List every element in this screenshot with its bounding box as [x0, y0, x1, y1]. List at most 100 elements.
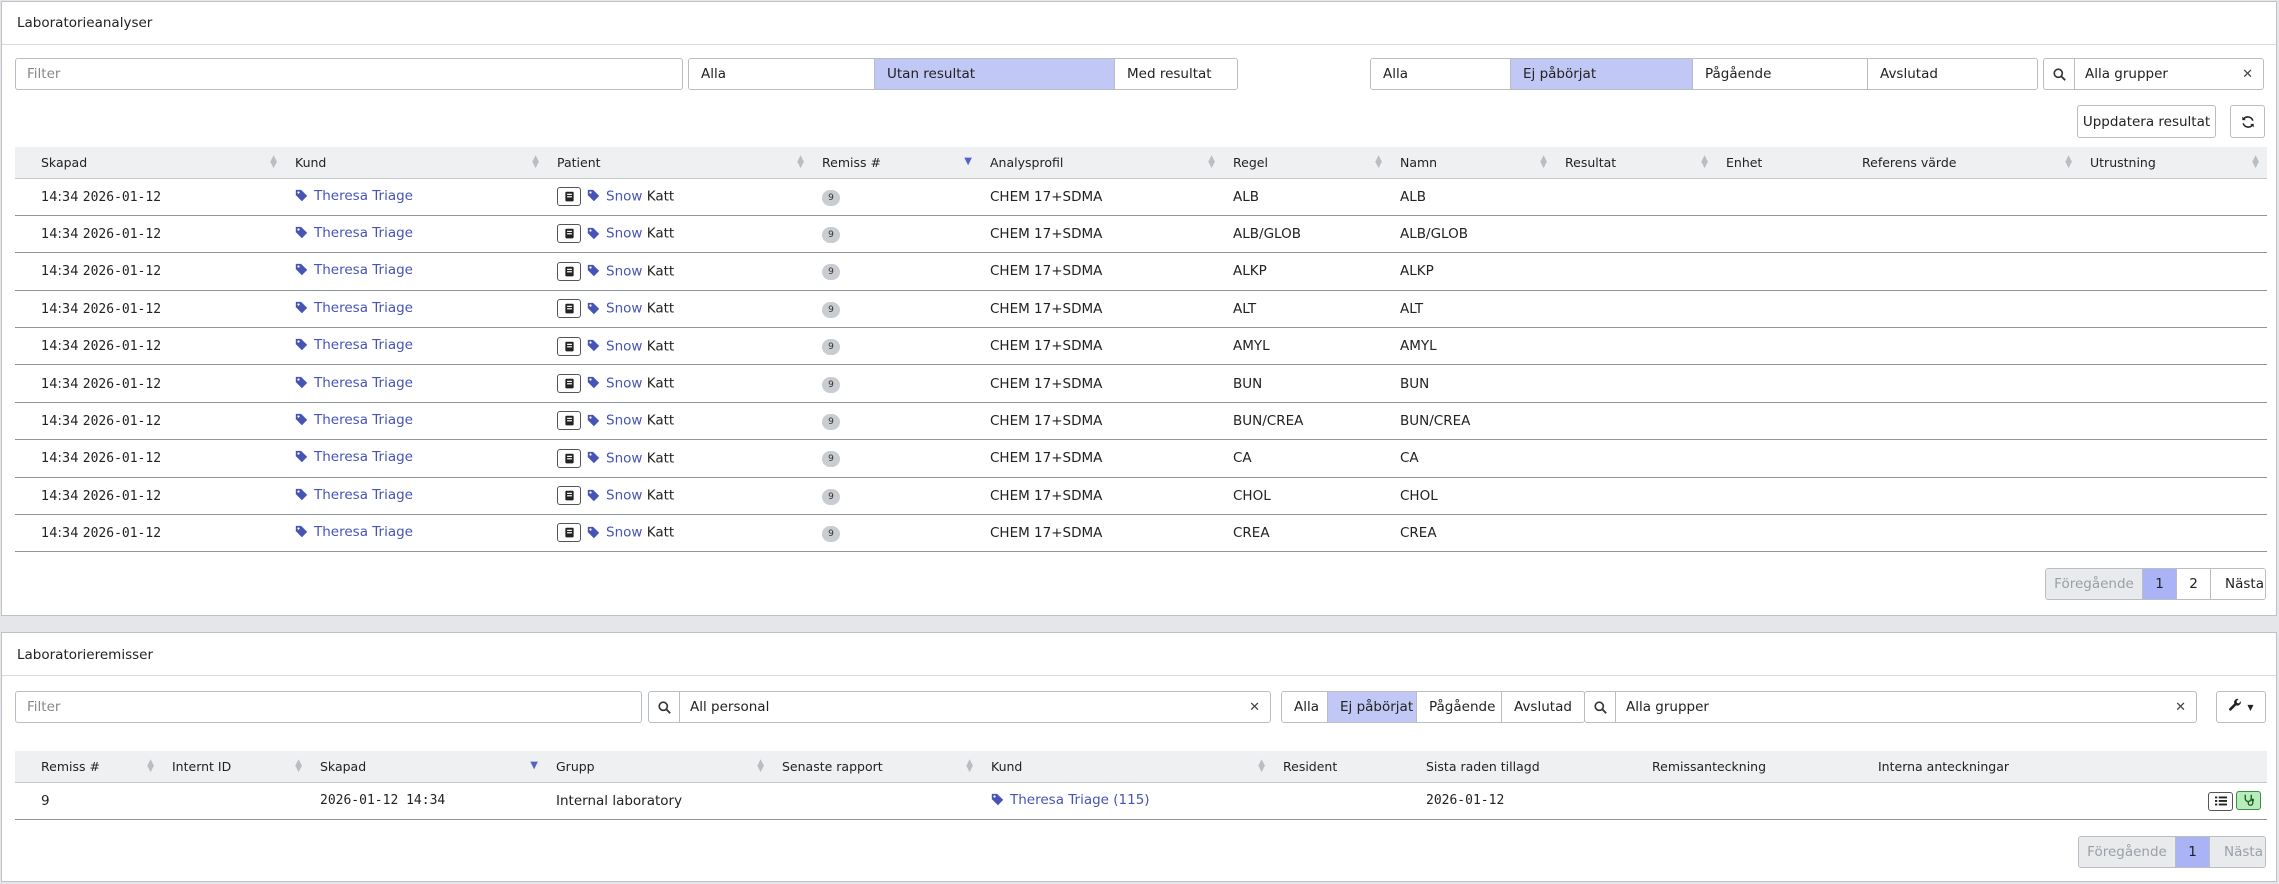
patient-link[interactable]: Snow [606, 301, 642, 317]
patient-card-icon[interactable] [557, 224, 581, 244]
list-icon[interactable] [2208, 791, 2233, 811]
tools-dropdown-button[interactable]: ▼ [2216, 691, 2266, 723]
customer-link[interactable]: Theresa Triage [314, 449, 413, 465]
remiss-badge[interactable]: 9 [822, 301, 840, 318]
customer-link[interactable]: Theresa Triage [314, 412, 413, 428]
stethoscope-icon[interactable] [2236, 790, 2261, 810]
clear-icon[interactable]: ✕ [1249, 700, 1260, 715]
group-select[interactable]: Alla grupper ✕ [2074, 58, 2264, 90]
search-icon[interactable] [648, 691, 680, 723]
group-select[interactable]: Alla grupper ✕ [1615, 691, 2197, 723]
status-filter-all[interactable]: Alla [1282, 692, 1328, 722]
result-filter-with-result[interactable]: Med resultat [1115, 59, 1237, 89]
column-header[interactable]: Remiss # ▼ [812, 147, 980, 179]
patient-card-icon[interactable] [557, 523, 581, 543]
patient-card-icon[interactable] [557, 299, 581, 319]
column-header[interactable]: Grupp ▲ ▼ [546, 751, 772, 783]
column-header[interactable]: Enhet [1716, 147, 1852, 179]
remiss-badge[interactable]: 9 [822, 264, 840, 281]
patient-link[interactable]: Snow [606, 525, 642, 541]
column-header[interactable]: Skapad ▲ ▼ [15, 147, 285, 179]
customer-link[interactable]: Theresa Triage [314, 225, 413, 241]
referrals-filter-input[interactable]: Filter [15, 691, 642, 723]
column-header[interactable]: Utrustning ▲ ▼ [2080, 147, 2267, 179]
column-header[interactable]: Internt ID ▲ ▼ [162, 751, 310, 783]
table-row[interactable]: 14:34 2026-01-12 Theresa Triage Snow Katt 9… [15, 215, 2267, 254]
pager-page-1[interactable]: 1 [2143, 569, 2177, 599]
table-row[interactable]: 14:34 2026-01-12 Theresa Triage Snow Katt 9… [15, 364, 2267, 403]
remiss-badge[interactable]: 9 [822, 189, 840, 206]
table-row[interactable]: 14:34 2026-01-12 Theresa Triage Snow Katt 9… [15, 514, 2267, 553]
result-filter-all[interactable]: Alla [689, 59, 875, 89]
pager-next[interactable]: Nästa [2210, 837, 2265, 867]
status-filter-finished[interactable]: Avslutad [1868, 59, 2037, 89]
customer-link[interactable]: Theresa Triage [314, 337, 413, 353]
column-header[interactable]: Sista raden tillagd [1416, 751, 1642, 783]
pager-next[interactable]: Nästa [2211, 569, 2265, 599]
customer-link[interactable]: Theresa Triage [314, 262, 413, 278]
search-icon[interactable] [1584, 691, 1616, 723]
customer-link[interactable]: Theresa Triage [314, 375, 413, 391]
table-row[interactable]: 14:34 2026-01-12 Theresa Triage Snow Katt 9… [15, 327, 2267, 366]
pager-page-2[interactable]: 2 [2177, 569, 2211, 599]
clear-icon[interactable]: ✕ [2175, 700, 2186, 715]
column-header[interactable]: Analysprofil ▲ ▼ [980, 147, 1223, 179]
column-header[interactable]: Regel ▲ ▼ [1223, 147, 1390, 179]
patient-link[interactable]: Snow [606, 450, 642, 466]
column-header[interactable]: Namn ▲ ▼ [1390, 147, 1555, 179]
status-filter-not-started[interactable]: Ej påbörjat [1511, 59, 1693, 89]
result-filter-without-result[interactable]: Utan resultat [875, 59, 1115, 89]
remiss-badge[interactable]: 9 [822, 339, 840, 356]
patient-link[interactable]: Snow [606, 413, 642, 429]
patient-link[interactable]: Snow [606, 226, 642, 242]
column-header[interactable]: Skapad ▼ [310, 751, 546, 783]
remiss-badge[interactable]: 9 [822, 227, 840, 244]
pager-previous[interactable]: Föregående [2079, 837, 2176, 867]
table-row[interactable]: 14:34 2026-01-12 Theresa Triage Snow Katt 9… [15, 477, 2267, 516]
patient-card-icon[interactable] [557, 448, 581, 468]
column-header[interactable]: Kund ▲ ▼ [981, 751, 1273, 783]
search-icon[interactable] [2043, 58, 2075, 90]
customer-link[interactable]: Theresa Triage [314, 300, 413, 316]
analyses-filter-input[interactable]: Filter [15, 58, 683, 90]
patient-card-icon[interactable] [557, 373, 581, 393]
table-row[interactable]: 14:34 2026-01-12 Theresa Triage Snow Katt 9… [15, 290, 2267, 329]
pager-page-1[interactable]: 1 [2176, 837, 2210, 867]
column-header[interactable]: Resultat ▲ ▼ [1555, 147, 1716, 179]
update-results-button[interactable]: Uppdatera resultat [2077, 105, 2216, 138]
customer-link[interactable]: Theresa Triage [314, 487, 413, 503]
column-header[interactable]: Referens värde ▲ ▼ [1852, 147, 2080, 179]
patient-card-icon[interactable] [557, 486, 581, 506]
status-filter-all[interactable]: Alla [1371, 59, 1511, 89]
table-row[interactable]: 14:34 2026-01-12 Theresa Triage Snow Katt 9… [15, 252, 2267, 291]
patient-card-icon[interactable] [557, 261, 581, 281]
refresh-icon[interactable] [2230, 105, 2265, 138]
clear-icon[interactable]: ✕ [2242, 67, 2253, 82]
status-filter-ongoing[interactable]: Pågående [1417, 692, 1502, 722]
status-filter-finished[interactable]: Avslutad [1502, 692, 1584, 722]
column-header[interactable]: Senaste rapport ▲ ▼ [772, 751, 981, 783]
table-row[interactable]: 9 2026-01-12 14:34 Internal laboratory Ther… [15, 782, 2267, 820]
column-header[interactable]: Kund ▲ ▼ [285, 147, 547, 179]
patient-card-icon[interactable] [557, 411, 581, 431]
customer-link[interactable]: Theresa Triage [314, 188, 413, 204]
patient-link[interactable]: Snow [606, 263, 642, 279]
patient-link[interactable]: Snow [606, 488, 642, 504]
column-header[interactable]: Patient ▲ ▼ [547, 147, 812, 179]
status-filter-ongoing[interactable]: Pågående [1693, 59, 1868, 89]
table-row[interactable]: 14:34 2026-01-12 Theresa Triage Snow Katt 9… [15, 439, 2267, 478]
customer-link[interactable]: Theresa Triage [314, 524, 413, 540]
status-filter-not-started[interactable]: Ej påbörjat [1328, 692, 1417, 722]
patient-link[interactable]: Snow [606, 188, 642, 204]
patient-link[interactable]: Snow [606, 338, 642, 354]
remiss-badge[interactable]: 9 [822, 376, 840, 393]
personnel-select[interactable]: All personal ✕ [679, 691, 1271, 723]
patient-card-icon[interactable] [557, 336, 581, 356]
patient-link[interactable]: Snow [606, 375, 642, 391]
remiss-badge[interactable]: 9 [822, 451, 840, 468]
table-row[interactable]: 14:34 2026-01-12 Theresa Triage Snow Katt 9… [15, 402, 2267, 441]
column-header[interactable]: Remiss # ▲ ▼ [15, 751, 162, 783]
column-header[interactable]: Remissanteckning [1642, 751, 1868, 783]
customer-link[interactable]: Theresa Triage (115) [1010, 792, 1150, 808]
column-header[interactable]: Resident [1273, 751, 1416, 783]
